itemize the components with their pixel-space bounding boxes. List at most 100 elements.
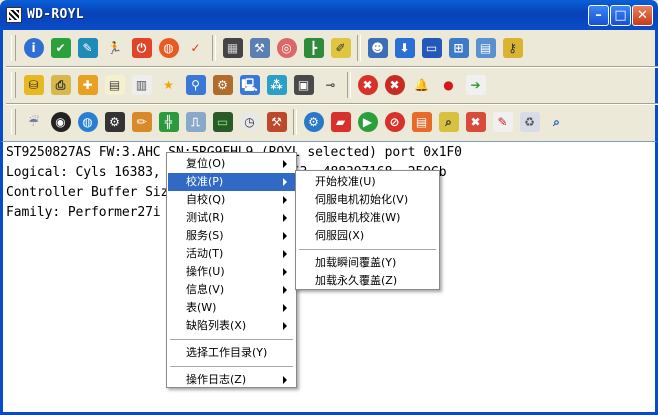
menu-item-label: 自校(Q)	[186, 193, 226, 206]
toolbar-button[interactable]: ☻	[364, 33, 391, 63]
toolbar-button[interactable]: ⚙	[101, 107, 128, 137]
context-menu-item[interactable]: 自校(Q)	[168, 191, 295, 209]
toolbar-button[interactable]: ⚙	[209, 70, 236, 100]
toolbar-button[interactable]: ◍	[155, 33, 182, 63]
toolbar-button[interactable]: ⊘	[381, 107, 408, 137]
toolbar-button[interactable]: ◎	[273, 33, 300, 63]
submenu-item[interactable]: 伺服园(X)	[297, 227, 438, 245]
toolbar-button[interactable]: ⌕	[435, 107, 462, 137]
toolbar-button[interactable]: ◍	[74, 107, 101, 137]
context-menu-item[interactable]: 缺陷列表(X)	[168, 317, 295, 335]
toolbar-button[interactable]: ✖	[354, 70, 381, 100]
toolbar-button[interactable]: ✔	[47, 33, 74, 63]
toolbar-button[interactable]: ▰	[327, 107, 354, 137]
toolbar-button[interactable]: ⚙	[300, 107, 327, 137]
toolbar-button[interactable]: ▭	[209, 107, 236, 137]
network-card-icon: ⊞	[448, 38, 469, 58]
context-menu-item[interactable]: 表(W)	[168, 299, 295, 317]
toolbar-button[interactable]: ┣	[300, 33, 327, 63]
toolbar-button[interactable]: ⬇	[391, 33, 418, 63]
minimize-button[interactable]: –	[588, 5, 609, 26]
disk-platter-icon: ◉	[50, 112, 71, 132]
context-menu-item[interactable]: 活动(T)	[168, 245, 295, 263]
toolbar-button[interactable]: ⛁	[20, 70, 47, 100]
submenu-item[interactable]: 加载瞬间覆盖(Y)	[297, 254, 438, 272]
toolbar-button[interactable]: ⎙	[47, 70, 74, 100]
context-menu: 复位(O) 校准(P) 自校(Q) 测试(R) 服务(S) 活动(T) 操作(U) 信息(V)…	[166, 152, 297, 388]
submenu-arrow-icon	[283, 214, 287, 222]
context-menu-item[interactable]: 选择工作目录(Y)	[168, 344, 295, 362]
maximize-button[interactable]: □	[610, 5, 631, 26]
window-title: WD-ROYL	[27, 7, 84, 22]
toolbar-button[interactable]: ✓	[182, 33, 209, 63]
toolbar-button[interactable]: ◷	[236, 107, 263, 137]
submenu-arrow-icon	[283, 286, 287, 294]
toolbar-button[interactable]: ♻	[516, 107, 543, 137]
toolbar-button[interactable]: ✎	[74, 33, 101, 63]
toolbar-button[interactable]: ✖	[462, 107, 489, 137]
toolbar-button[interactable]: ⚷	[499, 33, 526, 63]
magnifier-doc-icon: ⌕	[438, 112, 459, 132]
toolbar-button[interactable]: 🖳	[236, 70, 263, 100]
toolbar-grip[interactable]	[11, 35, 16, 61]
toolbar-button[interactable]: 🏃	[101, 33, 128, 63]
app-icon[interactable]	[6, 7, 22, 23]
toolbar-button[interactable]: ✐	[327, 33, 354, 63]
toolbar-button[interactable]: ⁂	[263, 70, 290, 100]
submenu-item[interactable]: 开始校准(U)	[297, 173, 438, 191]
toolbar-button[interactable]: 🔔	[408, 70, 435, 100]
toolbar-button[interactable]: ▣	[290, 70, 317, 100]
menu-separator	[170, 366, 293, 367]
submenu-item[interactable]: 加载永久覆盖(Z)	[297, 272, 438, 290]
toolbar-button[interactable]: ●	[435, 70, 462, 100]
context-menu-item[interactable]: 测试(R)	[168, 209, 295, 227]
menu-item-label: 操作(U)	[186, 265, 225, 278]
download-icon: ⬇	[394, 38, 415, 58]
checkmark-icon: ✓	[185, 38, 206, 58]
context-menu-item[interactable]: 复位(O)	[168, 155, 295, 173]
toolbar-button[interactable]: ⚲	[182, 70, 209, 100]
toolbar-button[interactable]: ⏻	[128, 33, 155, 63]
context-menu-item[interactable]: 操作(U)	[168, 263, 295, 281]
toolbar-button[interactable]: ⚒	[263, 107, 290, 137]
toolbar-button[interactable]: ★	[155, 70, 182, 100]
toolbar-button[interactable]: ▤	[101, 70, 128, 100]
toolbar-button[interactable]: ✎	[489, 107, 516, 137]
toolbar-button[interactable]: ✏	[128, 107, 155, 137]
toolbar-button[interactable]: ✖	[381, 70, 408, 100]
toolbar-grip[interactable]	[11, 72, 16, 98]
toolbar-button[interactable]: ▶	[354, 107, 381, 137]
context-menu-item[interactable]: 信息(V)	[168, 281, 295, 299]
toolbar-button[interactable]: ╬	[155, 107, 182, 137]
title-bar[interactable]: WD-ROYL – □ ✕	[0, 0, 658, 30]
info-icon: i	[23, 38, 44, 58]
toolbar-button[interactable]: ⌕	[543, 107, 570, 137]
terminal-icon: ▭	[212, 112, 233, 132]
toolbar-button[interactable]: ⚒	[246, 33, 273, 63]
toolbar-button[interactable]: ▤	[408, 107, 435, 137]
toolbar-button[interactable]: ▦	[219, 33, 246, 63]
toolbar-button[interactable]: ⎍	[182, 107, 209, 137]
context-menu-item[interactable]: 校准(P)	[168, 173, 295, 191]
toolbar-grip[interactable]	[11, 109, 16, 135]
toolbar-button[interactable]: ◉	[47, 107, 74, 137]
toolbar-button[interactable]: ⊞	[445, 33, 472, 63]
star-icon: ★	[158, 75, 179, 95]
close-button[interactable]: ✕	[632, 5, 653, 26]
toolbar-button[interactable]: ☔	[20, 107, 47, 137]
context-menu-item[interactable]: 操作日志(Z)	[168, 371, 295, 389]
submenu-arrow-icon	[283, 196, 287, 204]
toolbar-button[interactable]: ▤	[472, 33, 499, 63]
toolbar-button[interactable]: ▥	[128, 70, 155, 100]
context-menu-item[interactable]: 服务(S)	[168, 227, 295, 245]
toolbar-button[interactable]: ✚	[74, 70, 101, 100]
submenu-item[interactable]: 伺服电机校准(W)	[297, 209, 438, 227]
connector-icon: ⊸	[320, 75, 341, 95]
submenu-arrow-icon	[283, 250, 287, 258]
toolbar-button[interactable]: ⊸	[317, 70, 344, 100]
toolbar-row-3: ☔ ◉ ◍ ⚙ ✏ ╬ ⎍ ▭ ◷ ⚒ ⚙ ▰ ▶ ⊘ ▤ ⌕ ✖ ✎ ♻ ⌕	[11, 104, 570, 140]
toolbar-button[interactable]: ▭	[418, 33, 445, 63]
submenu-item[interactable]: 伺服电机初始化(V)	[297, 191, 438, 209]
toolbar-button[interactable]: ➔	[462, 70, 489, 100]
toolbar-button[interactable]: i	[20, 33, 47, 63]
